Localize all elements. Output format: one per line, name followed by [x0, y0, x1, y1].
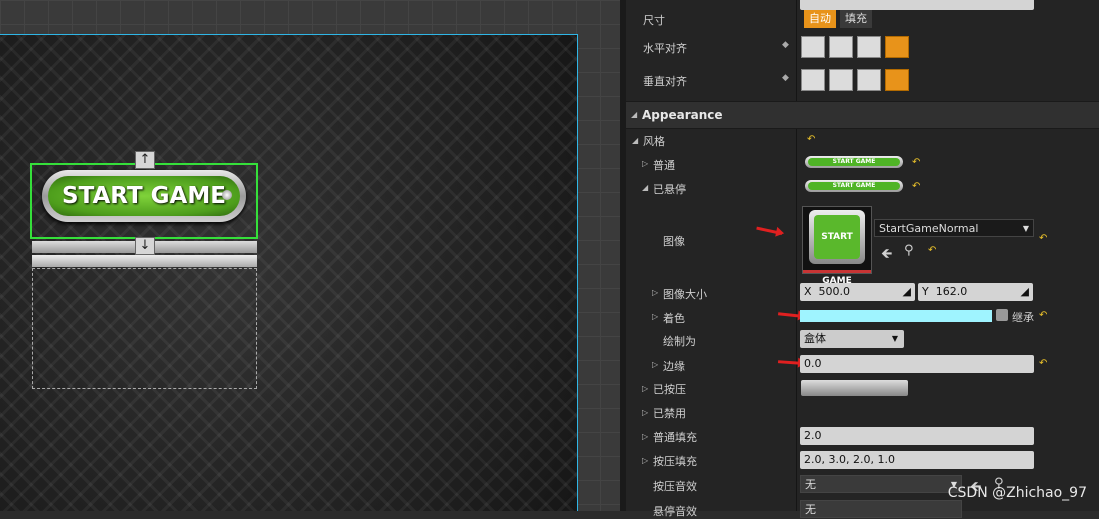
- selection-box[interactable]: [30, 163, 258, 239]
- image-size-label: 图像大小: [663, 288, 707, 301]
- appearance-label: Appearance: [642, 108, 723, 122]
- resize-icon: ◢: [1020, 285, 1029, 298]
- hovered-sound-value: 无: [805, 503, 816, 516]
- appearance-section[interactable]: ◢ Appearance: [626, 101, 1099, 129]
- tint-color-swatch[interactable]: [800, 310, 992, 322]
- thumbnail-red-bar: [803, 270, 871, 273]
- widget-bar-2: [32, 255, 257, 267]
- reset-icon[interactable]: ↶: [1039, 310, 1047, 321]
- browse-icon[interactable]: ⚲: [904, 243, 914, 258]
- collapse-icon[interactable]: ◢: [642, 183, 648, 192]
- hovered-brush-preview: START GAME: [805, 180, 903, 192]
- designer-viewport[interactable]: START GAME ↑ ↓: [0, 0, 620, 511]
- h-align-fill-button[interactable]: [885, 36, 909, 58]
- normal-brush-preview: START GAME: [805, 156, 903, 168]
- pin-icon[interactable]: ◆: [782, 40, 789, 50]
- pressed-sound-label: 按压音效: [653, 480, 697, 493]
- pin-icon[interactable]: ◆: [782, 73, 789, 83]
- h-align-right-button[interactable]: [857, 36, 881, 58]
- v-align-top-button[interactable]: [801, 69, 825, 91]
- reset-icon[interactable]: ↶: [1039, 358, 1047, 369]
- chevron-down-icon: ▼: [891, 334, 898, 343]
- image-label: 图像: [663, 235, 685, 248]
- image-size-x-value: 500.0: [818, 285, 851, 298]
- image-size-y-field[interactable]: Y 162.0 ◢: [918, 283, 1033, 301]
- expand-icon[interactable]: ▷: [642, 384, 648, 393]
- pressed-sound-value: 无: [805, 478, 816, 491]
- expand-icon[interactable]: ▷: [642, 432, 648, 441]
- image-size-x-field[interactable]: X 500.0 ◢: [800, 283, 915, 301]
- draw-as-value: 盒体: [804, 332, 826, 345]
- expand-icon[interactable]: ▷: [652, 360, 658, 369]
- use-asset-icon[interactable]: 🡸: [881, 243, 892, 267]
- v-align-fill-button[interactable]: [885, 69, 909, 91]
- pressed-brush-preview: [801, 380, 908, 396]
- hovered-sound-dropdown[interactable]: 无: [800, 500, 962, 518]
- thumbnail-image: START GAME: [809, 210, 865, 286]
- tint-label: 着色: [663, 312, 685, 325]
- pressed-label: 已按压: [653, 383, 686, 396]
- reset-icon[interactable]: ↶: [912, 157, 920, 168]
- h-align-center-button[interactable]: [829, 36, 853, 58]
- chevron-down-icon: ▼: [1022, 224, 1029, 233]
- style-label: 风格: [643, 135, 665, 148]
- hovered-label: 已悬停: [653, 183, 686, 196]
- pressed-sound-dropdown[interactable]: 无 ▼: [800, 475, 962, 493]
- expand-icon[interactable]: ▷: [642, 408, 648, 417]
- draw-as-dropdown[interactable]: 盒体 ▼: [800, 330, 904, 348]
- v-align-bottom-button[interactable]: [857, 69, 881, 91]
- expand-icon[interactable]: ▷: [642, 159, 648, 168]
- h-align-left-button[interactable]: [801, 36, 825, 58]
- size-auto-toggle[interactable]: 自动: [804, 10, 836, 28]
- reset-icon[interactable]: ↶: [807, 134, 815, 145]
- y-axis-label: Y: [922, 285, 929, 298]
- x-axis-label: X: [804, 285, 812, 298]
- disabled-label: 已禁用: [653, 407, 686, 420]
- normal-padding-label: 普通填充: [653, 431, 697, 444]
- v-align-label: 垂直对齐: [643, 75, 687, 88]
- reset-icon[interactable]: ↶: [928, 245, 936, 256]
- h-align-label: 水平对齐: [643, 42, 687, 55]
- resize-icon: ◢: [902, 285, 911, 298]
- margin-field[interactable]: 0.0: [800, 355, 1034, 373]
- collapse-icon[interactable]: ◢: [632, 136, 638, 145]
- hovered-sound-label: 悬停音效: [653, 505, 697, 518]
- top-field[interactable]: [800, 0, 1034, 10]
- size-fill-toggle[interactable]: 填充: [840, 10, 872, 28]
- margin-label: 边缘: [663, 360, 685, 373]
- size-label: 尺寸: [643, 14, 665, 27]
- pressed-padding-field[interactable]: 2.0, 3.0, 2.0, 1.0: [800, 451, 1034, 469]
- expand-icon[interactable]: ▷: [652, 312, 658, 321]
- image-asset-dropdown[interactable]: StartGameNormal ▼: [874, 219, 1034, 237]
- expand-icon[interactable]: ▷: [652, 288, 658, 297]
- hovered-thumb-text: START GAME: [808, 182, 900, 190]
- v-align-center-button[interactable]: [829, 69, 853, 91]
- normal-thumb-text: START GAME: [808, 158, 900, 166]
- move-down-handle[interactable]: ↓: [135, 237, 155, 255]
- inherit-checkbox[interactable]: [996, 309, 1008, 321]
- thumbnail-text: START GAME: [814, 215, 860, 286]
- column-divider: [796, 0, 797, 511]
- pressed-padding-label: 按压填充: [653, 455, 697, 468]
- draw-as-label: 绘制为: [663, 335, 696, 348]
- expand-icon[interactable]: ▷: [642, 456, 648, 465]
- collapse-icon: ◢: [631, 110, 638, 119]
- inherit-label: 继承: [1012, 311, 1034, 324]
- watermark: CSDN @Zhichao_97: [947, 485, 1087, 501]
- image-thumbnail[interactable]: START GAME: [802, 206, 872, 286]
- widget-outline: [32, 268, 257, 389]
- normal-label: 普通: [653, 159, 675, 172]
- normal-padding-field[interactable]: 2.0: [800, 427, 1034, 445]
- move-up-handle[interactable]: ↑: [135, 151, 155, 169]
- image-size-y-value: 162.0: [935, 285, 968, 298]
- reset-icon[interactable]: ↶: [912, 181, 920, 192]
- image-asset-name: StartGameNormal: [879, 222, 979, 235]
- reset-icon[interactable]: ↶: [1039, 233, 1047, 244]
